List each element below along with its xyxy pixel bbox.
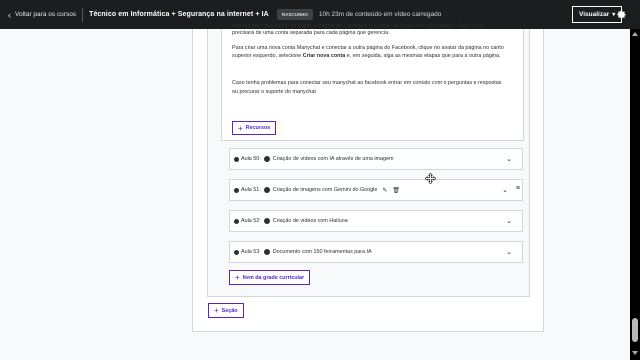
add-section-button[interactable]: + Seção: [208, 303, 244, 318]
drag-handle-icon[interactable]: ≡: [516, 185, 520, 192]
description-text: superior esquerdo, selecione: [232, 53, 303, 59]
upload-status: 10h 23m de conteúdo em vídeo carregado: [318, 11, 442, 18]
back-label: Voltar para os cursos: [15, 11, 77, 18]
lecture-title: Criação de vídeos com IA através de uma …: [272, 156, 394, 162]
description-line-2: precisará de uma conta separada para cad…: [232, 30, 390, 36]
lecture-number: Aula 51:: [241, 187, 261, 193]
lecture-number: Aula 50:: [241, 156, 261, 162]
gear-icon: [616, 9, 626, 19]
draft-badge: RASCUNHO: [276, 9, 313, 20]
scroll-up-arrow[interactable]: [632, 32, 638, 36]
scrollbar-thumb[interactable]: [632, 318, 638, 342]
chevron-down-icon[interactable]: ⌄: [506, 248, 512, 256]
lecture-row-51[interactable]: Aula 51: Criação de imagens com Gemini d…: [229, 179, 523, 201]
scroll-down-arrow[interactable]: [632, 351, 638, 355]
plus-icon: +: [238, 123, 243, 133]
lecture-row-53[interactable]: Aula 53: Documento com 150 ferramentas p…: [229, 241, 523, 263]
check-circle-icon: [234, 249, 239, 255]
section-label: Seção: [221, 307, 238, 314]
chevron-down-icon[interactable]: ⌄: [506, 217, 512, 225]
resources-label: Recursos: [245, 125, 271, 131]
lecture-number: Aula 52:: [241, 218, 261, 224]
chevron-down-icon[interactable]: ⌄: [506, 155, 512, 163]
edit-pencil-icon[interactable]: ✎: [382, 187, 387, 194]
lecture-title: Criação de imagens com Gemini do Google: [272, 187, 378, 193]
header-divider: [82, 7, 84, 22]
video-icon: [263, 187, 270, 193]
description-paragraph-3b: ou procurar o suporte do manychat: [232, 89, 316, 95]
add-resources-button[interactable]: + Recursos: [232, 121, 277, 135]
preview-label: Visualizar: [579, 11, 610, 18]
check-circle-icon: [234, 187, 239, 193]
description-paragraph-2b: superior esquerdo, selecione Criar nova …: [232, 52, 522, 60]
plus-icon: +: [235, 273, 240, 282]
move-cursor-icon: [425, 173, 436, 184]
description-paragraph-3a: Caso tenha problemas para conectar seu m…: [232, 80, 502, 86]
lecture-row-52[interactable]: Aula 52: Criação de vídeos com Hailuoa ⌄: [229, 210, 523, 232]
lecture-title: Documento com 150 ferramentas para IA: [272, 249, 372, 255]
course-title: Técnico em Informática + Segurança na in…: [89, 11, 269, 18]
settings-button[interactable]: [613, 6, 629, 22]
check-circle-icon: [234, 156, 239, 162]
description-paragraph-2a: Para criar uma nova conta Manychat e con…: [232, 45, 504, 51]
description-bold-text: Criar nova conta: [302, 53, 346, 59]
lecture-row-50[interactable]: Aula 50: Criação de vídeos com IA atravé…: [229, 148, 523, 170]
back-to-courses-link[interactable]: ‹ Voltar para os cursos: [0, 10, 76, 20]
curriculum-item-label: Item da grade curricular: [242, 274, 305, 281]
delete-trash-icon[interactable]: 🗑: [392, 187, 400, 194]
chevron-down-icon[interactable]: ⌄: [502, 186, 508, 194]
video-icon: [263, 156, 270, 162]
scrollbar-track[interactable]: [630, 29, 640, 360]
check-circle-icon: [234, 218, 239, 224]
add-curriculum-item-button[interactable]: + Item da grade curricular: [229, 270, 311, 285]
lecture-title: Criação de vídeos com Hailuoa: [272, 218, 348, 224]
description-text: e, em seguida, siga as mesmas etapas que…: [345, 53, 501, 59]
plus-icon: +: [214, 306, 219, 315]
video-icon: [263, 218, 270, 224]
lecture-number: Aula 53:: [241, 249, 261, 255]
file-icon: [263, 249, 270, 255]
chevron-left-icon: ‹: [8, 9, 11, 20]
